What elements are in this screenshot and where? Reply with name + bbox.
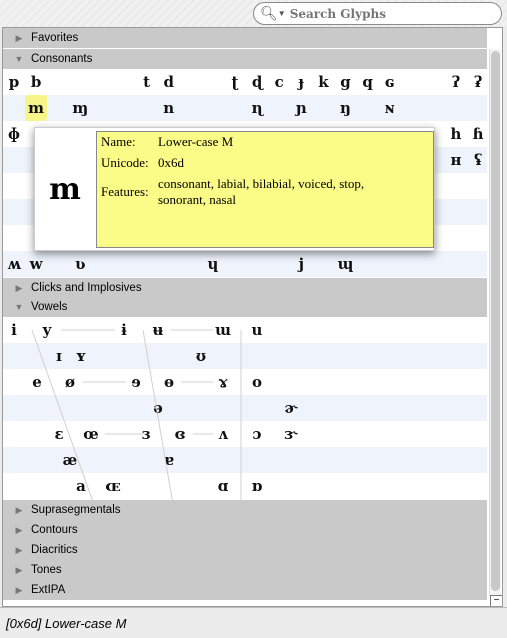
search-input[interactable]: [289, 6, 490, 21]
vowel-line: [142, 329, 176, 517]
toolbar: 🔍︎ ▼: [0, 0, 507, 27]
disclosure-right-icon[interactable]: ▶: [3, 525, 31, 536]
disclosure-right-icon[interactable]: ▶: [3, 585, 31, 596]
chevron-down-icon[interactable]: ▼: [278, 9, 286, 18]
name-value: Lower-case M: [158, 134, 234, 149]
section-contours[interactable]: ▶ Contours: [3, 520, 487, 540]
section-label: Tones: [31, 564, 62, 576]
section-extipa[interactable]: ▶ ExtIPA: [3, 580, 487, 600]
disclosure-right-icon[interactable]: ▶: [3, 565, 31, 576]
section-diacritics[interactable]: ▶ Diacritics: [3, 540, 487, 560]
name-label: Name:: [101, 134, 136, 149]
scrollbar[interactable]: [489, 49, 501, 596]
features-value: consonant, labial, bilabial, voiced, sto…: [158, 176, 365, 207]
section-label: Diacritics: [31, 544, 78, 556]
section-label: Suprasegmentals: [31, 504, 121, 516]
status-bar: [0x6d] Lower-case M: [0, 607, 507, 638]
disclosure-right-icon[interactable]: ▶: [3, 505, 31, 516]
tooltip-info: Name: Lower-case M Unicode: 0x6d Features:…: [96, 131, 434, 248]
glyph-list: ▶ Favorites ▼ Consonants pbtdʈɖcɟkgqɢʔʡmɱn…: [2, 27, 503, 607]
section-label: Contours: [31, 524, 78, 536]
tooltip-glyph: m: [49, 171, 81, 207]
section-tones[interactable]: ▶ Tones: [3, 560, 487, 580]
magnifier-icon[interactable]: 🔍︎: [260, 5, 278, 22]
search-field[interactable]: 🔍︎ ▼: [253, 2, 502, 25]
section-suprasegmentals[interactable]: ▶ Suprasegmentals: [3, 500, 487, 520]
glyph-tooltip: m Name: Lower-case M Unicode: 0x6d Feature…: [34, 127, 435, 251]
scrollbar-thumb[interactable]: [491, 51, 500, 591]
disclosure-right-icon[interactable]: ▶: [3, 545, 31, 556]
section-label: ExtIPA: [31, 584, 66, 596]
unicode-value: 0x6d: [158, 155, 184, 170]
features-label: Features:: [101, 184, 149, 199]
collapse-button[interactable]: −: [490, 595, 502, 606]
unicode-label: Unicode:: [101, 155, 149, 170]
vowel-line: [31, 329, 99, 517]
